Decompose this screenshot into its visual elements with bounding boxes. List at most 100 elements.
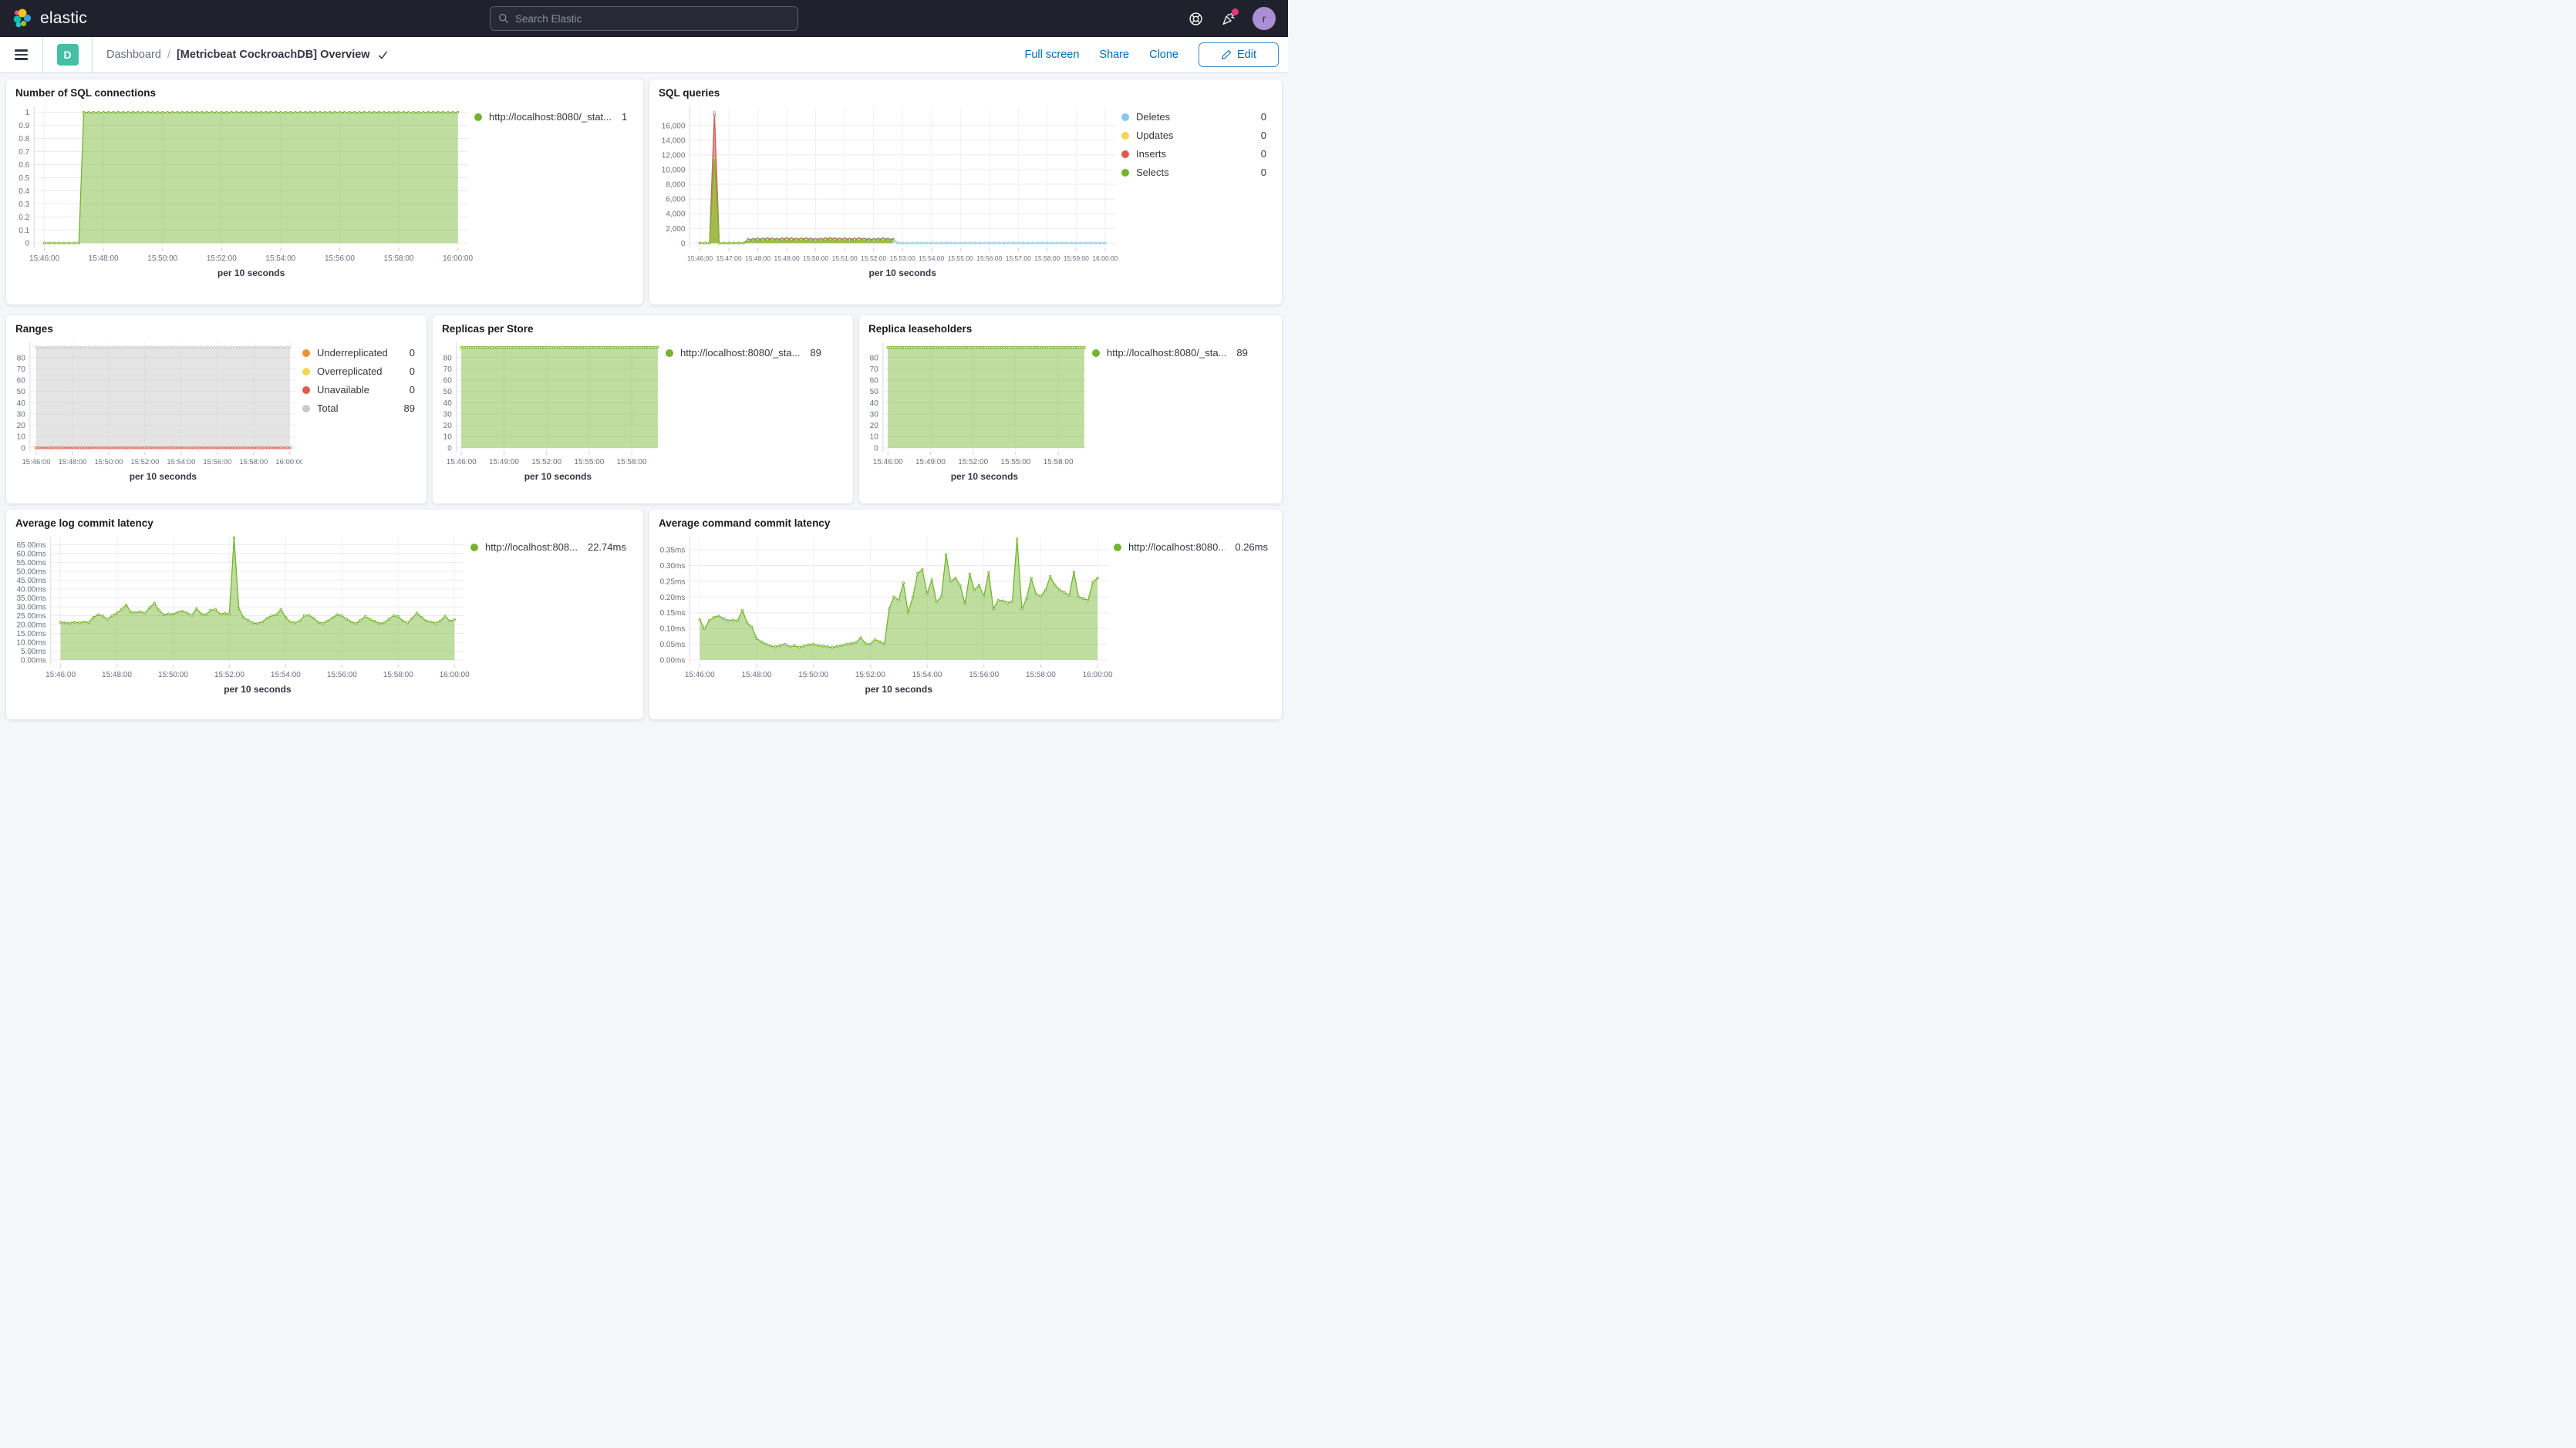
legend-item[interactable]: http://localhost:8080/_stat...1 [474,111,633,123]
svg-text:15:47:00: 15:47:00 [716,254,742,262]
svg-text:70: 70 [443,365,453,374]
search-icon [498,13,509,24]
svg-text:15:54:00: 15:54:00 [919,254,944,262]
panel-log-commit-latency: Average log commit latency 15:46:0015:48… [6,510,643,719]
svg-text:15:58:00: 15:58:00 [383,671,413,679]
main-menu-button[interactable] [0,37,43,72]
svg-text:16:00:00: 16:00:00 [440,671,470,679]
svg-text:0: 0 [874,444,878,453]
svg-text:15:52:00: 15:52:00 [214,671,244,679]
legend-series-dot [302,349,310,357]
legend-series-value: 89 [810,347,821,359]
svg-text:60: 60 [443,377,453,386]
svg-text:15:56:00: 15:56:00 [203,458,231,466]
chart-legend: http://localhost:8080/_sta... 89 [666,347,841,359]
legend-item[interactable]: http://localhost:808...22.74ms [470,541,631,553]
page-title: [Metricbeat CockroachDB] Overview [177,49,370,61]
legend-series-label: Overreplicated [317,365,403,377]
svg-text:15:52:00: 15:52:00 [958,458,988,466]
svg-text:0.7: 0.7 [19,148,29,157]
legend-series-dot [474,113,482,121]
legend-series-value: 0 [410,365,415,377]
svg-text:0: 0 [25,240,30,248]
svg-text:15:48:00: 15:48:00 [58,458,86,466]
legend-item[interactable]: http://localhost:8080/_sta...89 [1092,347,1269,359]
svg-text:16:00:00: 16:00:00 [443,254,473,263]
svg-text:15:46:00: 15:46:00 [447,458,477,466]
svg-text:25.00ms: 25.00ms [16,612,46,621]
share-button[interactable]: Share [1099,49,1129,61]
chart-log-commit-latency[interactable]: 15:46:0015:48:0015:50:0015:52:0015:54:00… [15,530,470,705]
svg-text:70: 70 [17,365,26,374]
svg-text:50: 50 [870,388,879,396]
legend-series-dot [302,386,310,394]
legend-item[interactable]: Overreplicated 0 [302,365,415,377]
chart-sql-queries[interactable]: 15:46:0015:47:0015:48:0015:49:0015:50:00… [659,100,1121,289]
svg-text:30: 30 [443,410,453,419]
svg-text:per 10 seconds: per 10 seconds [869,268,937,278]
svg-text:70: 70 [870,365,879,374]
legend-item[interactable]: Total89 [302,402,415,414]
svg-text:20: 20 [870,422,879,430]
breadcrumb-dashboard-link[interactable]: Dashboard [106,49,161,61]
chart-replicas-per-store[interactable]: 15:46:0015:49:0015:52:0015:55:0015:58:00… [442,336,666,493]
legend-series-value: 1 [622,111,627,123]
chart-legend: http://localhost:8080...0.26ms [1114,541,1268,553]
search-input[interactable] [515,13,790,25]
legend-item[interactable]: Unavailable0 [302,384,415,396]
svg-text:0.10ms: 0.10ms [660,625,686,634]
svg-text:per 10 seconds: per 10 seconds [130,471,197,482]
svg-text:80: 80 [17,354,26,362]
svg-text:0.3: 0.3 [19,200,29,209]
legend-item[interactable]: Deletes0 [1121,111,1266,123]
legend-series-label: http://localhost:8080/_sta... [680,347,800,359]
svg-text:0.30ms: 0.30ms [660,562,686,571]
fullscreen-button[interactable]: Full screen [1024,49,1079,61]
legend-series-value: 0 [1261,167,1266,178]
dashboard-app-badge[interactable]: D [57,44,79,66]
svg-text:15:52:00: 15:52:00 [130,458,159,466]
user-avatar[interactable]: r [1253,7,1276,30]
svg-text:15:58:00: 15:58:00 [1044,458,1074,466]
newsfeed-button[interactable] [1220,11,1236,26]
legend-item[interactable]: Updates0 [1121,130,1266,141]
svg-text:20: 20 [443,422,453,430]
chart-ranges[interactable]: 15:46:0015:48:0015:50:0015:52:0015:54:00… [15,336,302,493]
svg-text:15:56:00: 15:56:00 [325,254,355,263]
notification-dot [1232,8,1239,15]
svg-text:14,000: 14,000 [662,136,686,145]
svg-text:10: 10 [17,433,26,442]
legend-item[interactable]: http://localhost:8080...0.26ms [1114,541,1268,553]
global-search[interactable] [490,6,798,31]
svg-text:15:59:00: 15:59:00 [1064,254,1089,262]
svg-text:15:54:00: 15:54:00 [912,671,942,679]
svg-text:0.35ms: 0.35ms [660,547,686,555]
legend-item[interactable]: http://localhost:8080/_sta... 89 [666,347,841,359]
legend-series-value: 0 [1261,130,1266,141]
chart-legend: http://localhost:808...22.74ms [470,541,631,553]
chart-replica-leaseholders[interactable]: 15:46:0015:49:0015:52:0015:55:0015:58:00… [868,336,1092,493]
legend-item[interactable]: Inserts0 [1121,148,1266,160]
elastic-logo-block[interactable]: elastic [11,8,87,29]
clone-button[interactable]: Clone [1149,49,1178,61]
panel-sql-connections: Number of SQL connections 15:46:0015:48:… [6,79,643,305]
legend-series-label: Selects [1136,167,1254,178]
svg-text:15:55:00: 15:55:00 [948,254,973,262]
dashboard-toolbar: D Dashboard / [Metricbeat CockroachDB] O… [0,37,1288,73]
svg-text:50.00ms: 50.00ms [16,567,46,576]
legend-item[interactable]: Underreplicated0 [302,347,415,359]
svg-text:15:52:00: 15:52:00 [531,458,561,466]
chart-sql-connections[interactable]: 15:46:0015:48:0015:50:0015:52:0015:54:00… [15,100,474,289]
legend-item[interactable]: Selects 0 [1121,167,1266,178]
help-button[interactable] [1188,11,1203,26]
title-check-icon[interactable] [378,50,388,60]
svg-text:0.9: 0.9 [19,122,29,130]
svg-text:15:49:00: 15:49:00 [774,254,800,262]
chart-command-commit-latency[interactable]: 15:46:0015:48:0015:50:0015:52:0015:54:00… [659,530,1114,705]
edit-button[interactable]: Edit [1199,42,1279,67]
legend-series-value: 89 [1236,347,1247,359]
svg-text:35.00ms: 35.00ms [16,594,46,603]
svg-text:15:50:00: 15:50:00 [798,671,828,679]
panel-title: Ranges [15,323,417,335]
svg-text:0.6: 0.6 [19,161,29,170]
